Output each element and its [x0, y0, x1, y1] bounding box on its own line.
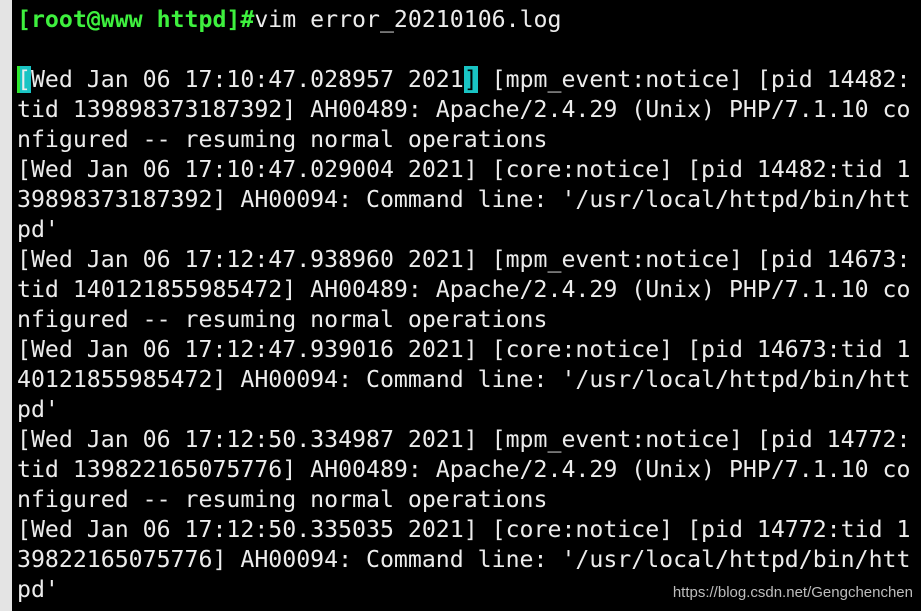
log-text: [mpm_event:notice] [pid 14482: [477, 66, 911, 93]
watermark: https://blog.csdn.net/Gengchenchen [672, 584, 913, 601]
log-row: 39822165075776] AH00094: Command line: '… [17, 546, 911, 573]
log-row: pd' [17, 576, 59, 603]
log-row: [Wed Jan 06 17:12:47.939016 2021] [core:… [17, 336, 911, 363]
log-row: [Wed Jan 06 17:12:50.335035 2021] [core:… [17, 516, 911, 543]
log-text: Wed Jan 06 17:10:47.028957 2021 [30, 66, 464, 93]
terminal[interactable]: [root@www httpd]#vim error_20210106.log … [12, 0, 921, 611]
log-row: [Wed Jan 06 17:12:50.334987 2021] [mpm_e… [17, 426, 911, 453]
cursor: [ [17, 66, 31, 93]
command-line: [root@www httpd]#vim error_20210106.log [17, 5, 561, 35]
log-row: 40121855985472] AH00094: Command line: '… [17, 366, 911, 393]
log-row: tid 140121855985472] AH00489: Apache/2.4… [17, 276, 911, 303]
shell-prompt: [root@www httpd]# [17, 6, 255, 33]
log-row: 39898373187392] AH00094: Command line: '… [17, 186, 911, 213]
log-row: nfigured -- resuming normal operations [17, 306, 548, 333]
log-row: tid 139898373187392] AH00489: Apache/2.4… [17, 96, 911, 123]
window-left-edge [0, 0, 12, 611]
log-row-cursor: [Wed Jan 06 17:10:47.028957 2021] [mpm_e… [17, 65, 910, 95]
log-row: pd' [17, 396, 59, 423]
log-row: nfigured -- resuming normal operations [17, 486, 548, 513]
matching-bracket: ] [463, 66, 478, 93]
log-row: [Wed Jan 06 17:10:47.029004 2021] [core:… [17, 156, 911, 183]
log-row: pd' [17, 216, 59, 243]
command-text: vim error_20210106.log [254, 6, 562, 33]
log-row: tid 139822165075776] AH00489: Apache/2.4… [17, 456, 911, 483]
log-row: nfigured -- resuming normal operations [17, 126, 548, 153]
log-row: [Wed Jan 06 17:12:47.938960 2021] [mpm_e… [17, 246, 911, 273]
